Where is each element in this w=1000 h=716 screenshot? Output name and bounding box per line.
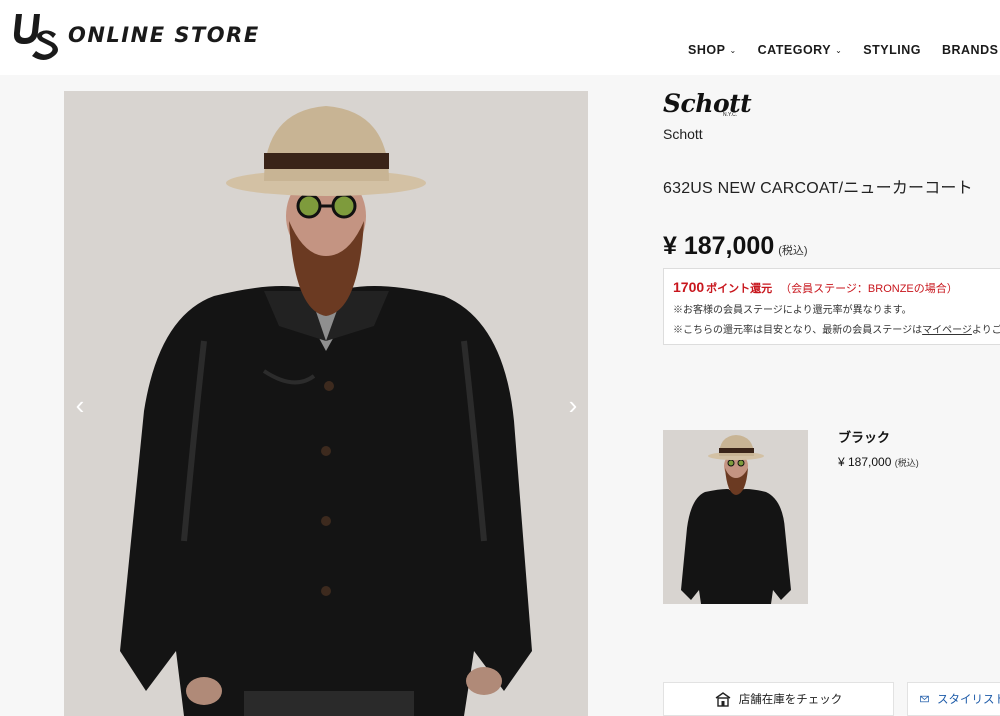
variant-tax-label: (税込): [894, 458, 919, 468]
product-photo: [64, 91, 588, 716]
chevron-down-icon: ⌄: [835, 45, 843, 55]
gallery-prev-button[interactable]: ‹: [70, 390, 90, 420]
mypage-link[interactable]: マイページ: [922, 325, 972, 336]
points-note-2-text: ※こちらの還元率は目安となり、最新の会員ステージは: [673, 325, 923, 336]
nav-brands-label: BRANDS: [941, 43, 999, 57]
site-logo[interactable]: ONLINE STORE: [12, 10, 260, 60]
main-nav: SHOP⌄ CATEGORY⌄ STYLING BRANDS N: [688, 43, 1000, 57]
mail-icon: [920, 695, 929, 703]
gallery-next-button[interactable]: ›: [563, 390, 583, 420]
points-stage: （会員ステージ：BRONZEの場合）: [780, 283, 958, 295]
product-title: 632US NEW CARCOAT/ニューカーコート: [663, 180, 973, 197]
product-price: ¥ 187,000 (税込): [663, 232, 808, 261]
nav-styling-label: STYLING: [863, 43, 921, 57]
points-note-1: ※お客様の会員ステージにより還元率が異なります。: [673, 305, 912, 316]
product-image-gallery[interactable]: [64, 91, 588, 716]
price-value: ¥ 187,000: [663, 232, 775, 260]
nav-category[interactable]: CATEGORY ⌄: [758, 43, 843, 57]
nav-shop-label: SHOP: [688, 43, 726, 57]
nav-category-label: CATEGORY: [757, 43, 832, 57]
points-line: 1700 ポイント還元 （会員ステージ：BRONZEの場合）: [673, 279, 1000, 296]
variant-thumbnail[interactable]: [663, 430, 808, 604]
points-info-box: 1700 ポイント還元 （会員ステージ：BRONZEの場合） ※お客様の会員ステージ…: [663, 268, 1000, 345]
stylist-label: スタイリスト: [937, 694, 1000, 706]
points-note-2: ※こちらの還元率は目安となり、最新の会員ステージはマイページよりご確: [673, 321, 1000, 336]
site-header: ONLINE STORE SHOP ⌄ CATEGORY ⌄ STYLING BRA…: [0, 0, 1000, 75]
points-note-2-tail: よりご確: [971, 325, 1000, 336]
brand-logo[interactable]: Schott: [663, 89, 752, 118]
store-stock-button[interactable]: 店舗在庫をチェック: [663, 682, 894, 716]
stylist-button[interactable]: スタイリスト: [907, 682, 1000, 716]
store-icon: [715, 691, 731, 707]
variant-price: ¥ 187,000 (税込): [838, 455, 919, 469]
nav-brands[interactable]: BRANDS: [942, 43, 998, 57]
price-tax-label: (税込): [778, 245, 808, 257]
variant-price-value: ¥ 187,000: [838, 455, 892, 469]
variant-photo: [663, 430, 808, 604]
nav-shop[interactable]: SHOP ⌄: [688, 43, 737, 57]
points-label: ポイント還元: [706, 283, 773, 295]
brand-logo-sub: N.Y.C.: [723, 112, 738, 118]
chevron-down-icon: ⌄: [729, 45, 737, 55]
points-amount: 1700: [673, 279, 705, 295]
brand-name[interactable]: Schott: [663, 126, 703, 142]
store-stock-label: 店舗在庫をチェック: [738, 694, 843, 706]
logo-text: ONLINE STORE: [68, 23, 260, 47]
us-logo-icon: [13, 14, 58, 60]
nav-styling[interactable]: STYLING: [863, 43, 921, 57]
variant-color-name: ブラック: [838, 430, 891, 445]
